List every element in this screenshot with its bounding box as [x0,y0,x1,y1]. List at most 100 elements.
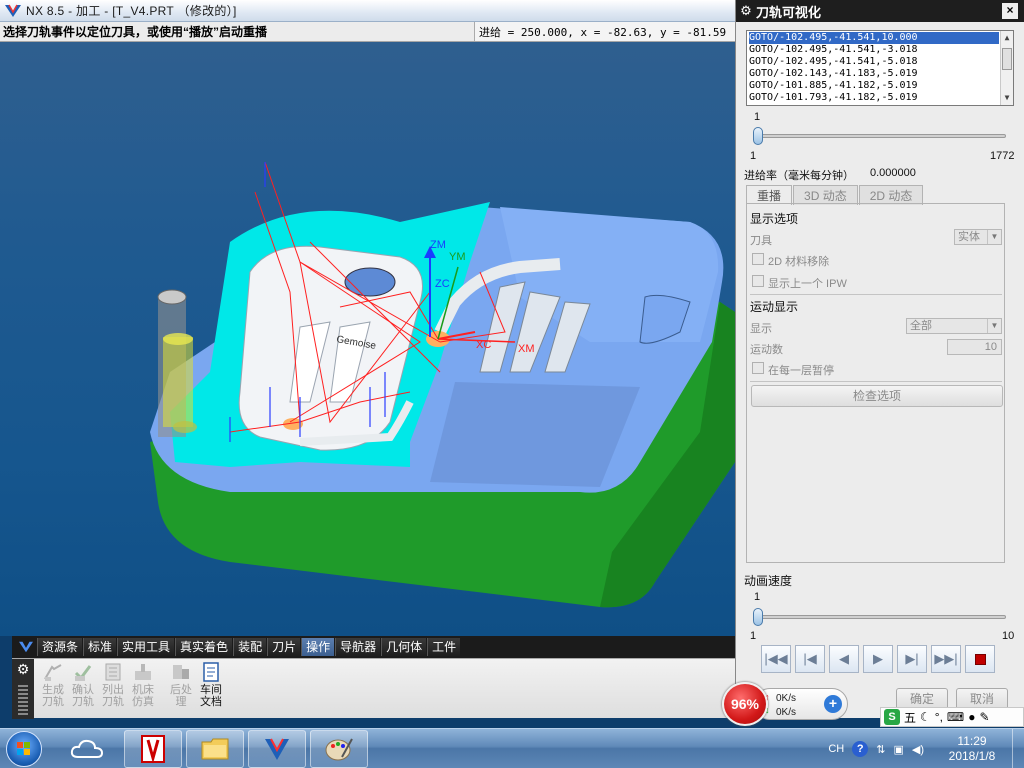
tab-insert[interactable]: 刀片 [267,638,301,656]
tab-standard[interactable]: 标准 [83,638,117,656]
tab-navigator[interactable]: 导航器 [335,638,381,656]
plus-icon[interactable]: + [824,695,842,713]
slider-handle[interactable] [753,127,763,145]
sogou-icon[interactable]: S [884,709,900,725]
divider [750,381,1002,382]
tab-3d-dynamic[interactable]: 3D 动态 [793,185,858,205]
tab-true-shading[interactable]: 真实着色 [175,638,233,656]
tab-replay[interactable]: 重播 [746,185,793,205]
play-icon: ▶ [873,651,883,666]
moon-icon[interactable]: ☾ [920,710,931,724]
tray-arrow-icon[interactable]: ⇅ [876,743,885,756]
start-button[interactable] [6,731,42,767]
ime-mode[interactable]: 五 [904,709,916,726]
slider-handle[interactable] [753,608,763,626]
network-icon[interactable]: ▣ [893,743,903,756]
volume-icon[interactable]: ◀) [912,743,924,756]
event-slider[interactable] [753,127,1006,145]
tab-assembly[interactable]: 装配 [233,638,267,656]
list-item[interactable]: GOTO/-101.885,-41.182,-5.019 [749,80,999,92]
verify-toolpath-button[interactable]: 确认 刀轨 [68,661,98,708]
show-desktop-button[interactable] [1012,729,1024,768]
graphics-window[interactable]: Gemoise ZM ZC YM XC XM [0,42,735,636]
machine-simulation-button[interactable]: 机床 仿真 [128,661,158,708]
play-reverse-button[interactable]: ◀ [829,645,859,673]
generate-icon [44,664,62,681]
axis-label-zc: ZC [435,278,450,290]
check-options-button[interactable]: 检查选项 [751,385,1003,407]
skip-start-icon: |◀◀ [764,651,788,666]
clock[interactable]: 11:29 2018/1/8 [932,734,1012,764]
taskbar-app-1[interactable] [124,730,182,768]
list-item[interactable]: GOTO/-101.793,-41.182,-5.019 [749,92,999,104]
tab-workpiece[interactable]: 工件 [427,638,461,656]
scroll-down-icon[interactable]: ▼ [1002,92,1012,104]
list-item[interactable]: GOTO/-102.143,-41.183,-5.019 [749,68,999,80]
taskbar-nx[interactable] [248,730,306,768]
tool-display-select[interactable]: 实体 ▼ [954,229,1002,245]
toolpath-visualization-dialog: ⚙ 刀轨可视化 × GOTO/-102.495,-41.541,10.000 G… [735,0,1024,718]
close-button[interactable]: × [1002,3,1018,19]
pause-each-layer-checkbox[interactable] [752,362,764,374]
display-options-heading: 显示选项 [750,212,799,226]
language-indicator[interactable]: CH [828,743,844,755]
tab-operation[interactable]: 操作 [301,638,335,656]
list-scrollbar[interactable]: ▲ ▼ [1000,31,1013,105]
scroll-thumb[interactable] [1002,48,1012,70]
resource-bar-logo-icon[interactable] [15,636,37,658]
wrench-icon[interactable]: ✎ [980,710,990,724]
animation-speed-slider[interactable] [753,608,1006,626]
taskbar-cloud[interactable] [58,730,116,768]
step-back-button[interactable]: |◀ [795,645,825,673]
display-label: 显示 [750,323,772,335]
2d-material-removal-checkbox[interactable] [752,253,764,265]
gear-icon[interactable]: ⚙ [736,3,756,19]
nx-icon [265,738,289,760]
shop-documentation-button[interactable]: 车间 文档 [196,661,226,708]
list-item[interactable]: GOTO/-102.495,-41.541,10.000 [749,32,999,44]
memory-usage-badge[interactable]: 96% [722,682,768,726]
gear-icon[interactable]: ⚙ [12,661,34,678]
generate-toolpath-button[interactable]: 生成 刀轨 [38,661,68,708]
step-forward-button[interactable]: ▶| [897,645,927,673]
dialog-title: 刀轨可视化 [756,4,822,20]
ime-toolbar[interactable]: S 五 ☾ °, ⌨ ● ✎ [880,707,1024,727]
stop-button[interactable] [965,645,995,673]
forward-to-end-button[interactable]: ▶▶| [931,645,961,673]
network-speed-widget[interactable]: 96% ↑ ↓ 0K/s 0K/s + [722,682,850,726]
playback-controls: |◀◀ |◀ ◀ ▶ ▶| ▶▶| [761,645,999,673]
list-toolpath-button[interactable]: 列出 刀轨 [98,661,128,708]
list-item[interactable]: GOTO/-102.495,-41.541,-5.018 [749,56,999,68]
play-button[interactable]: ▶ [863,645,893,673]
postprocess-button[interactable]: 后处理 [166,661,196,708]
axis-label-xm: XM [518,343,535,355]
mold-model[interactable]: Gemoise ZM ZC YM XC XM [0,42,735,636]
display-select[interactable]: 全部 ▼ [906,318,1002,334]
taskbar-paint[interactable] [310,730,368,768]
keyboard-icon[interactable]: ⌨ [947,710,964,724]
tab-utilities[interactable]: 实用工具 [117,638,175,656]
taskbar-explorer[interactable] [186,730,244,768]
chevron-down-icon: ▼ [987,230,1001,244]
motion-count-input[interactable]: 10 [947,339,1002,355]
scroll-up-icon[interactable]: ▲ [1002,32,1012,44]
goto-list[interactable]: GOTO/-102.495,-41.541,10.000 GOTO/-102.4… [746,30,1014,106]
animation-speed-label: 动画速度 [744,574,793,588]
toolbar-grip[interactable] [18,685,28,715]
user-icon[interactable]: ● [968,710,975,724]
resource-bar: 资源条 标准 实用工具 真实着色 装配 刀片 操作 导航器 几何体 工件 [12,636,735,658]
motion-count-label: 运动数 [750,344,783,356]
list-item[interactable]: GOTO/-102.495,-41.541,-3.018 [749,44,999,56]
postprocess-icon [173,665,189,679]
slider-max: 1772 [990,150,1015,162]
help-icon[interactable]: ? [852,741,869,757]
motion-display-heading: 运动显示 [750,300,799,314]
punctuation-icon[interactable]: °, [935,710,943,724]
tab-geometry[interactable]: 几何体 [381,638,427,656]
rewind-to-start-button[interactable]: |◀◀ [761,645,791,673]
operation-toolbar: ⚙ 生成 刀轨 确认 刀轨 列出 刀轨 机床 仿真 后处理 车间 文档 [12,658,735,719]
tab-resource[interactable]: 资源条 [37,638,83,656]
chevron-down-icon: ▼ [987,319,1001,333]
tab-2d-dynamic[interactable]: 2D 动态 [858,185,924,205]
show-previous-ipw-checkbox[interactable] [752,275,764,287]
